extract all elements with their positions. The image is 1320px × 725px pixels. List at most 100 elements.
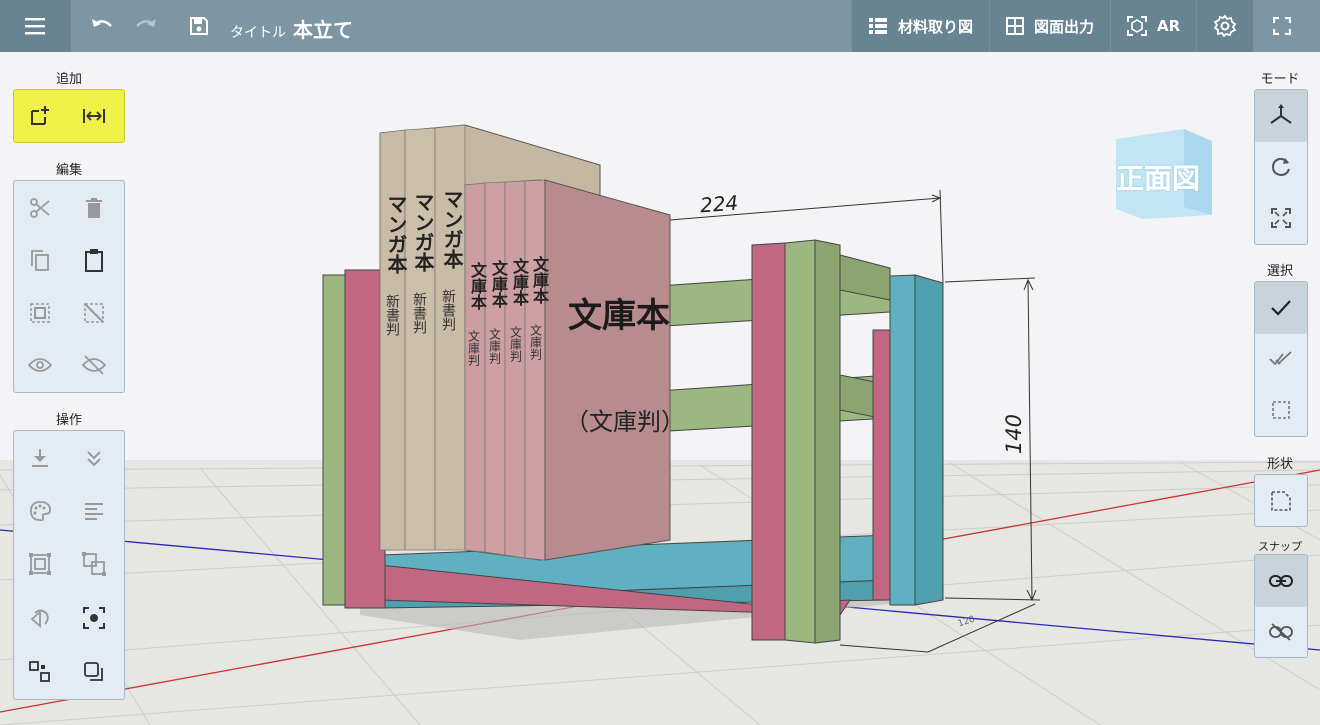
copy-button[interactable] (14, 234, 66, 286)
rotate-button[interactable] (14, 592, 66, 644)
scissors-icon (30, 198, 50, 218)
deselect-button[interactable] (68, 287, 120, 339)
mode-fit-button[interactable] (1255, 192, 1307, 244)
settings-button[interactable] (1196, 0, 1254, 52)
select-single-button[interactable] (1255, 282, 1307, 334)
mode-rotate-button[interactable] (1255, 141, 1307, 193)
add-dimension-button[interactable] (68, 90, 120, 142)
top-toolbar: タイトル 本立て 材料取り図 図面出力 AR (0, 0, 1320, 52)
grid-icon (1006, 17, 1025, 35)
rotate-icon (30, 609, 49, 628)
left-side-board (322, 269, 386, 609)
bunko-spine-sub: 文庫判 (508, 326, 523, 362)
bunko-spine-4: 文庫本 文庫判 (527, 256, 550, 360)
drop-button[interactable] (14, 432, 66, 484)
add-board-button[interactable] (14, 90, 66, 142)
group-button[interactable] (14, 538, 66, 590)
cut-button[interactable] (14, 182, 66, 234)
manga-spine-sub: 新書判 (384, 294, 400, 336)
toolbar-actions: 材料取り図 図面出力 AR (851, 0, 1311, 52)
focus-button[interactable] (68, 592, 120, 644)
bunko-spine-sub: 文庫判 (528, 324, 543, 360)
dimension-height-label: 140 (1002, 413, 1027, 455)
arrange-icon (29, 661, 50, 682)
link-icon (1269, 575, 1293, 587)
manga-spine-1: マンガ本 新書判 (382, 194, 408, 336)
duplicate-button[interactable] (68, 646, 120, 698)
drawing-output-label: 図面出力 (1034, 17, 1095, 36)
group-icon (29, 553, 51, 575)
clipboard-icon (85, 249, 103, 272)
axes-icon (1270, 104, 1292, 124)
edit-toolbox (13, 180, 125, 393)
ar-icon (1127, 16, 1148, 36)
undo-icon (92, 19, 112, 27)
bunko-spine-3: 文庫本 文庫判 (507, 258, 530, 362)
eye-off-icon (82, 355, 106, 375)
collapse-button[interactable] (68, 432, 120, 484)
manga-spine-title: マンガ本 (411, 192, 435, 272)
manga-spine-2: マンガ本 新書判 (409, 192, 435, 334)
copy-icon (31, 250, 49, 271)
cut-list-button[interactable]: 材料取り図 (851, 0, 990, 52)
add-section-title: 追加 (55, 72, 82, 87)
redo-icon (136, 19, 156, 27)
color-button[interactable] (14, 485, 66, 537)
manga-spine-sub: 新書判 (411, 292, 427, 334)
select-all-icon (30, 303, 50, 323)
ar-label: AR (1157, 17, 1181, 35)
fullscreen-icon (1273, 17, 1292, 35)
bunko-spine-title: 文庫本 (530, 256, 549, 304)
menu-button[interactable] (0, 0, 71, 52)
snap-toolbox (1254, 554, 1308, 658)
save-button[interactable] (183, 10, 215, 42)
hide-button[interactable] (68, 339, 120, 391)
bunko-spine-sub: 文庫判 (487, 328, 502, 364)
double-chevron-down-icon (87, 451, 101, 467)
dimension-icon (83, 109, 105, 123)
add-board-icon (31, 106, 49, 125)
hamburger-icon (25, 18, 45, 35)
bunko-spine-sub: 文庫判 (466, 330, 481, 366)
edit-section-title: 編集 (55, 163, 82, 178)
3d-viewport[interactable]: 224 140 120 マンガ本 新書判 マンガ本 新書判 マンガ本 新書判 文… (0, 52, 1320, 725)
view-cube[interactable]: 正面図 (1114, 127, 1214, 226)
add-toolbox (13, 89, 125, 143)
ungroup-button[interactable] (68, 538, 120, 590)
save-icon (190, 17, 208, 35)
manga-spine-sub: 新書判 (440, 289, 456, 331)
gear-icon (1213, 14, 1237, 38)
fullscreen-button[interactable] (1253, 0, 1311, 52)
mode-section-title: モード (1260, 72, 1300, 87)
snap-on-button[interactable] (1255, 555, 1307, 607)
undo-button[interactable] (86, 10, 118, 42)
manga-spine-title: マンガ本 (440, 189, 464, 269)
select-all-button[interactable] (14, 287, 66, 339)
paste-button[interactable] (68, 234, 120, 286)
shape-toolbox (1254, 474, 1308, 527)
redo-button[interactable] (130, 10, 162, 42)
trash-icon (86, 198, 102, 218)
list-icon (869, 18, 887, 34)
ar-button[interactable]: AR (1110, 0, 1197, 52)
drawing-output-button[interactable]: 図面出力 (989, 0, 1111, 52)
focus-icon (83, 607, 105, 629)
align-left-icon (85, 503, 103, 520)
select-area-button[interactable] (1255, 384, 1307, 436)
mode-toolbox (1254, 89, 1308, 245)
dimension-width-label: 224 (699, 190, 739, 218)
mode-3d-button[interactable] (1255, 90, 1307, 142)
show-button[interactable] (14, 339, 66, 391)
snap-off-button[interactable] (1255, 606, 1307, 658)
manga-spine-3: マンガ本 新書判 (438, 189, 464, 331)
align-button[interactable] (68, 485, 120, 537)
shape-button[interactable] (1255, 475, 1307, 527)
document-title[interactable]: 本立て (293, 14, 353, 43)
delete-button[interactable] (68, 182, 120, 234)
ungroup-icon (82, 552, 106, 576)
arrange-button[interactable] (14, 646, 66, 698)
bunko-books (464, 179, 671, 561)
palette-icon (30, 501, 51, 522)
select-multi-button[interactable] (1255, 333, 1307, 385)
bunko-cover-title: 文庫本 (568, 296, 670, 336)
